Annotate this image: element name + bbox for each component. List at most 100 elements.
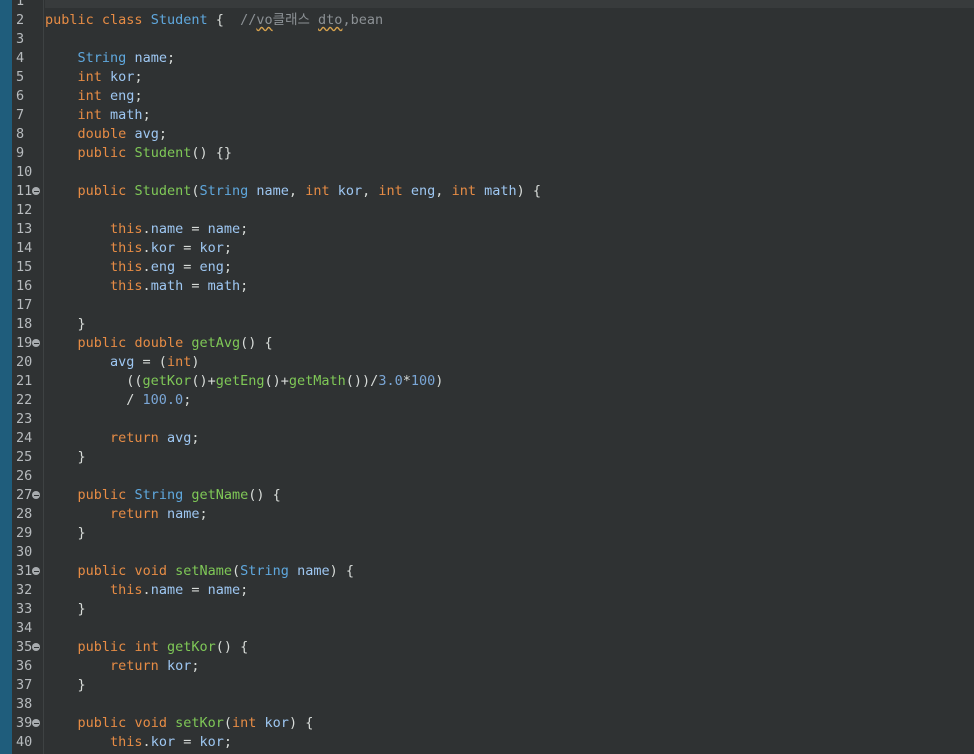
code-token: () { xyxy=(248,487,281,503)
line-number: 1 xyxy=(16,0,25,9)
code-line[interactable]: return avg; xyxy=(45,429,199,448)
code-line[interactable]: this.name = name; xyxy=(45,220,248,239)
line-number: 38 xyxy=(16,696,33,712)
code-token: dto xyxy=(318,12,343,28)
code-line[interactable]: public double getAvg() { xyxy=(45,334,273,353)
code-token: kor xyxy=(166,658,192,674)
code-line[interactable]: public void setKor(int kor) { xyxy=(45,714,314,733)
code-line[interactable]: } xyxy=(45,524,86,543)
code-token: getEng xyxy=(215,373,265,389)
code-line[interactable]: this.eng = eng; xyxy=(45,258,232,277)
code-line[interactable]: double avg; xyxy=(45,125,167,144)
code-line[interactable]: / 100.0; xyxy=(45,391,191,410)
code-line[interactable]: return kor; xyxy=(45,657,199,676)
code-token: () {} xyxy=(191,145,232,161)
gutter-separator xyxy=(43,0,44,754)
line-number: 25 xyxy=(16,449,33,465)
code-token: int xyxy=(305,183,330,199)
code-token: this xyxy=(110,259,143,275)
code-token: (( xyxy=(45,373,143,389)
code-token: ()+ xyxy=(264,373,289,389)
line-number: 29 xyxy=(16,525,33,541)
fold-toggle-icon[interactable] xyxy=(32,187,40,195)
code-token: ; xyxy=(223,734,232,750)
code-token: } xyxy=(45,525,86,541)
code-token: int xyxy=(451,183,476,199)
code-token: ; xyxy=(134,88,143,104)
fold-toggle-icon[interactable] xyxy=(32,491,40,499)
code-line[interactable]: } xyxy=(45,676,86,695)
line-number: 4 xyxy=(16,50,25,66)
code-line[interactable]: public Student() {} xyxy=(45,144,232,163)
code-line[interactable]: } xyxy=(45,448,86,467)
code-token: setKor xyxy=(175,715,224,731)
code-line[interactable]: int eng; xyxy=(45,87,143,106)
code-line[interactable]: this.math = math; xyxy=(45,277,248,296)
code-line[interactable]: } xyxy=(45,600,86,619)
code-line[interactable]: return name; xyxy=(45,505,208,524)
fold-toggle-icon[interactable] xyxy=(32,339,40,347)
code-token: ; xyxy=(158,126,167,142)
code-line[interactable]: int kor; xyxy=(45,68,143,87)
code-line[interactable]: public Student(String name, int kor, int… xyxy=(45,182,541,201)
code-token: kor xyxy=(337,183,363,199)
line-number: 22 xyxy=(16,392,33,408)
fold-toggle-icon[interactable] xyxy=(32,643,40,651)
code-token: . xyxy=(142,582,151,598)
code-token: } xyxy=(45,316,86,332)
code-line[interactable]: } xyxy=(45,315,86,334)
code-token: int xyxy=(77,69,102,85)
code-line[interactable]: this.kor = kor; xyxy=(45,239,232,258)
code-token: name xyxy=(150,221,184,237)
code-token: this xyxy=(110,582,143,598)
code-token: 클래스 xyxy=(272,12,319,28)
code-line[interactable]: public int getKor() { xyxy=(45,638,249,657)
line-number: 24 xyxy=(16,430,33,446)
fold-toggle-icon[interactable] xyxy=(32,567,40,575)
code-editor[interactable]: 1 2 3 4 5 6 7 8 9 10 11 12 13 14 15 16 17 18 19 20 21 22 23 24 2… xyxy=(0,0,974,754)
code-line[interactable]: ((getKor()+getEng()+getMath())/3.0*100) xyxy=(45,372,443,391)
code-token: = xyxy=(183,582,208,598)
code-token: . xyxy=(142,240,151,256)
code-token: class xyxy=(101,12,143,28)
code-token: ; xyxy=(199,506,208,522)
code-line[interactable]: public String getName() { xyxy=(45,486,281,505)
code-line[interactable]: this.kor = kor; xyxy=(45,733,232,752)
code-line[interactable]: this.name = name; xyxy=(45,581,248,600)
code-line[interactable]: public class Student { //vo클래스 dto,bean xyxy=(45,11,383,30)
code-token: avg xyxy=(110,354,135,370)
code-token: public xyxy=(77,563,127,579)
code-line[interactable]: String name; xyxy=(45,49,176,68)
code-token: ; xyxy=(191,658,200,674)
code-token: int xyxy=(232,715,257,731)
line-number: 15 xyxy=(16,259,33,275)
code-token: 100 xyxy=(410,373,436,389)
code-token: * xyxy=(402,373,411,389)
code-token: int xyxy=(134,639,159,655)
fold-toggle-icon[interactable] xyxy=(32,719,40,727)
code-line[interactable]: int math; xyxy=(45,106,151,125)
code-line[interactable]: public void setName(String name) { xyxy=(45,562,354,581)
line-number: 16 xyxy=(16,278,33,294)
code-token: void xyxy=(134,563,167,579)
code-token: ) { xyxy=(516,183,541,199)
code-area[interactable]: public class Student { //vo클래스 dto,bean … xyxy=(45,0,974,754)
line-number: 34 xyxy=(16,620,33,636)
code-token: , xyxy=(435,183,452,199)
code-token: ; xyxy=(240,221,249,237)
code-line[interactable]: avg = (int) xyxy=(45,353,199,372)
line-number: 36 xyxy=(16,658,33,674)
code-token: ; xyxy=(183,392,192,408)
code-token: getAvg xyxy=(191,335,241,351)
code-token: this xyxy=(110,278,143,294)
